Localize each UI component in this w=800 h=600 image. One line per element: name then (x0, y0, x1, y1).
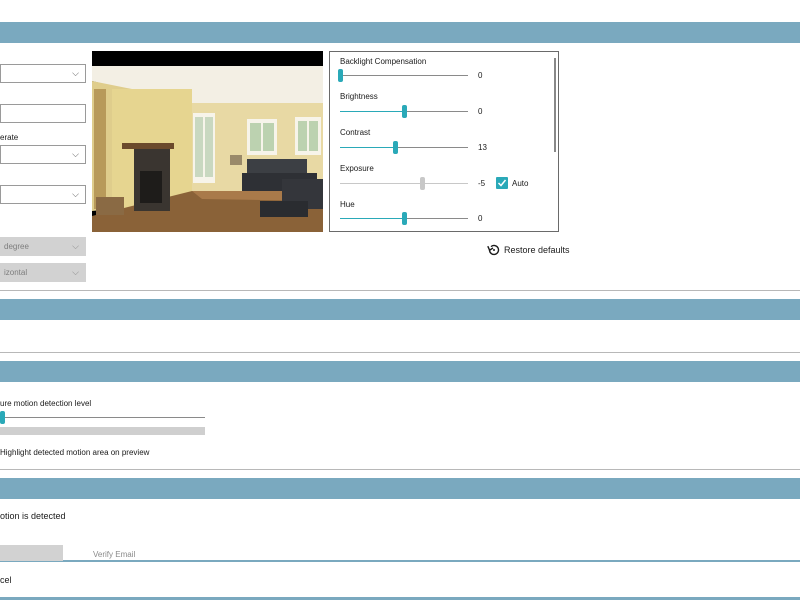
flip-dropdown[interactable]: izontal ⌵ (0, 263, 86, 282)
slider-value: 0 (478, 71, 483, 80)
slider-fill (340, 111, 404, 112)
chevron-down-icon: ⌵ (72, 267, 79, 277)
email-field[interactable] (0, 545, 63, 561)
motion-sensitivity-label: ure motion detection level (0, 399, 92, 408)
section-header-band (0, 478, 800, 499)
camera-name-field[interactable] (0, 104, 86, 123)
section-divider (0, 469, 800, 470)
exposure-auto-checkbox[interactable] (496, 177, 508, 189)
slider-thumb[interactable] (419, 177, 425, 190)
slider-value: 0 (478, 107, 483, 116)
section-header-band (0, 22, 800, 43)
section-divider (0, 560, 800, 562)
section-header-band (0, 299, 800, 320)
chevron-down-icon: ⌵ (72, 241, 79, 251)
section-header-band (0, 361, 800, 382)
motion-sensitivity-slider[interactable] (0, 411, 205, 424)
cancel-button[interactable]: cel (0, 575, 12, 585)
chevron-down-icon: ⌵ (72, 68, 79, 78)
slider-label: Contrast (340, 128, 371, 137)
image-controls-panel[interactable]: Backlight Compensation 0 Brightness 0 Co… (329, 51, 559, 232)
hue-slider[interactable] (340, 212, 468, 225)
chevron-down-icon: ⌵ (72, 149, 79, 159)
slider-fill (340, 218, 404, 219)
check-icon (497, 179, 507, 187)
backlight-slider[interactable] (338, 69, 468, 82)
restore-icon (487, 244, 500, 256)
slider-label: Exposure (340, 164, 374, 173)
slider-value: -5 (478, 179, 486, 188)
resolution-dropdown[interactable]: ⌵ (0, 185, 86, 204)
slider-thumb[interactable] (393, 141, 399, 154)
contrast-slider[interactable] (340, 141, 468, 154)
frame-rate-label: erate (0, 133, 19, 142)
chevron-down-icon: ⌵ (72, 189, 79, 199)
slider-label: Backlight Compensation (340, 57, 427, 66)
exposure-auto-label: Auto (512, 179, 529, 188)
brightness-slider[interactable] (340, 105, 468, 118)
camera-preview (92, 51, 323, 232)
exposure-slider[interactable] (340, 177, 468, 190)
slider-thumb[interactable] (402, 212, 407, 225)
slider-thumb[interactable] (402, 105, 407, 118)
highlight-motion-label: Highlight detected motion area on previe… (0, 448, 150, 457)
scrollbar[interactable] (554, 58, 556, 152)
slider-value: 0 (478, 214, 483, 223)
motion-level-meter (0, 427, 205, 435)
slider-thumb[interactable] (338, 69, 343, 82)
rotation-dropdown[interactable]: degree ⌵ (0, 237, 86, 256)
frame-rate-dropdown[interactable]: ⌵ (0, 145, 86, 164)
room-preview-image (92, 51, 323, 232)
section-divider (0, 352, 800, 353)
slider-label: Brightness (340, 92, 378, 101)
slider-thumb[interactable] (0, 411, 5, 424)
slider-fill (340, 147, 396, 148)
motion-trigger-label: otion is detected (0, 511, 66, 521)
section-divider (0, 290, 800, 291)
slider-value: 13 (478, 143, 487, 152)
camera-select-dropdown[interactable]: ⌵ (0, 64, 86, 83)
slider-label: Hue (340, 200, 355, 209)
verify-email-button[interactable]: Verify Email (93, 550, 135, 559)
restore-defaults-label: Restore defaults (504, 245, 570, 255)
